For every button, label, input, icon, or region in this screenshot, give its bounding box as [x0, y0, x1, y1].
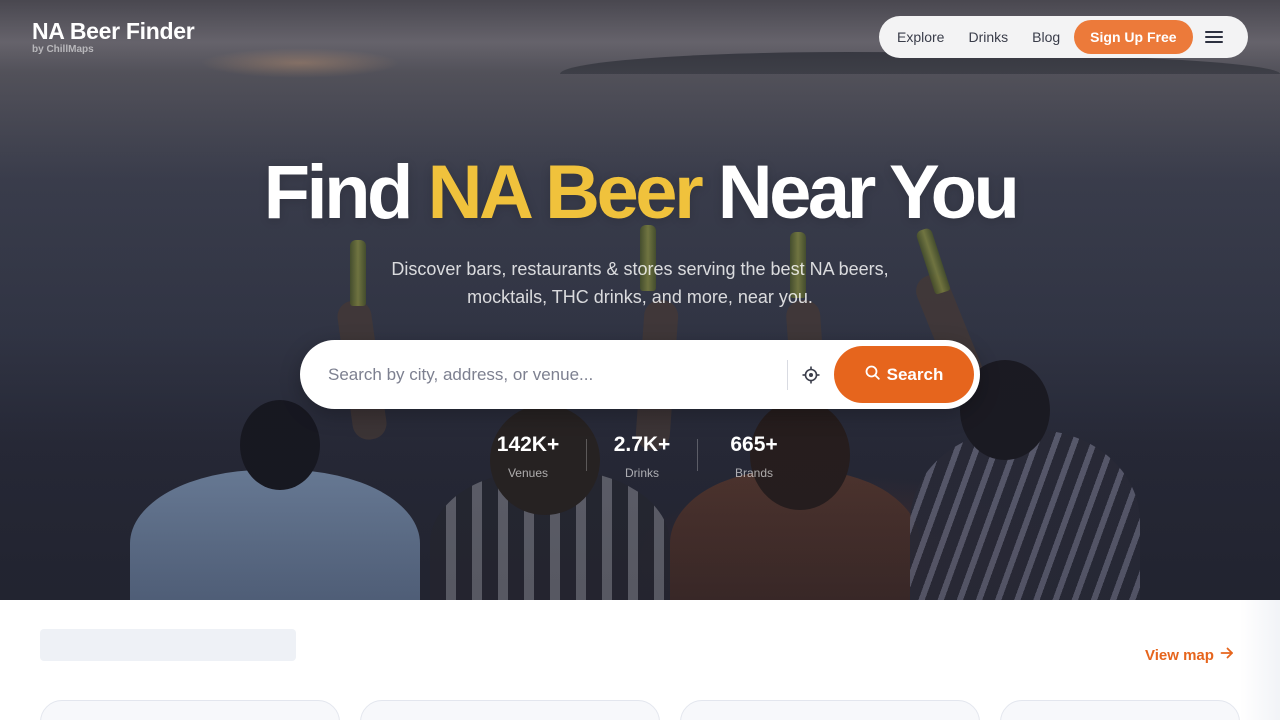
stat-drinks: 2.7K+ Drinks	[587, 430, 697, 486]
stat-label: Venues	[507, 466, 549, 480]
search-input[interactable]	[328, 354, 778, 395]
stat-venues: 142K+ Venues	[470, 430, 586, 486]
venue-card-placeholder[interactable]	[1000, 700, 1240, 720]
stat-brands: 665+ Brands	[698, 430, 810, 486]
stats-row: 142K+ Venues 2.7K+ Drinks 665+ Brands	[470, 430, 810, 486]
stat-label: Brands	[734, 466, 774, 480]
stat-value: 142K+	[496, 433, 560, 456]
nav-link-drinks[interactable]: Drinks	[956, 16, 1020, 58]
venue-card-placeholder[interactable]	[360, 700, 660, 720]
brand-subtitle: by ChillMaps	[32, 44, 94, 55]
view-map-link[interactable]: View map	[1145, 644, 1234, 668]
search-icon	[865, 365, 880, 385]
headline-end: Near You	[717, 150, 1020, 235]
nav-link-explore[interactable]: Explore	[885, 16, 956, 58]
hero-subtitle: Discover bars, restaurants & stores serv…	[391, 259, 889, 307]
brand-title: NA Beer Finder	[32, 18, 195, 44]
headline-start: Find	[263, 150, 414, 235]
search-button[interactable]: Search	[834, 346, 974, 403]
carousel-fade	[1240, 600, 1280, 720]
headline-accent: NA Beer	[427, 150, 704, 235]
sign-up-button[interactable]: Sign Up Free	[1074, 20, 1193, 54]
hero-headline: Find NA Beer Near You	[0, 148, 1280, 238]
brand-logo[interactable]: NA Beer Finder by ChillMaps	[32, 18, 195, 56]
top-nav: Explore Drinks Blog Sign Up Free	[879, 16, 1248, 58]
stat-value: 2.7K+	[613, 433, 671, 456]
search-bar: Search	[300, 340, 980, 409]
venue-card-placeholder[interactable]	[40, 700, 340, 720]
crosshair-location-icon[interactable]	[788, 352, 834, 398]
arrow-right-icon	[1220, 644, 1234, 668]
view-map-label: View map	[1145, 647, 1214, 664]
nav-link-blog[interactable]: Blog	[1020, 16, 1072, 58]
search-button-label: Search	[886, 364, 944, 384]
stat-label: Drinks	[624, 466, 659, 480]
section-title-placeholder	[40, 629, 296, 661]
hamburger-menu-icon[interactable]	[1204, 30, 1223, 44]
stat-value: 665+	[730, 433, 778, 456]
venue-card-placeholder[interactable]	[680, 700, 980, 720]
